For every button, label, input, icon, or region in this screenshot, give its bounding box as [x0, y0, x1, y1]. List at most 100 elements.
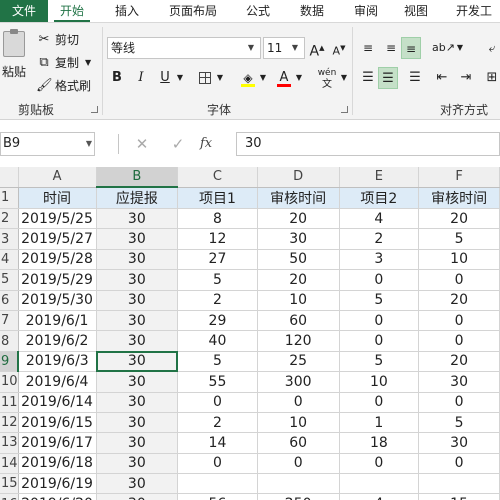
cell[interactable]: 2019/6/17: [18, 432, 97, 454]
cell[interactable]: 5: [177, 351, 258, 373]
row-header[interactable]: 6: [0, 290, 19, 311]
cell[interactable]: 14: [177, 432, 258, 454]
tab-6[interactable]: 审阅: [344, 0, 388, 22]
header-cell[interactable]: 项目1: [177, 187, 258, 209]
cell[interactable]: 25: [257, 351, 340, 373]
cell[interactable]: 5: [418, 228, 500, 250]
cell[interactable]: 0: [339, 330, 420, 352]
cell[interactable]: 2019/6/4: [18, 371, 97, 393]
cell[interactable]: [339, 473, 420, 495]
cell[interactable]: 30: [96, 269, 179, 291]
active-cell[interactable]: 30: [96, 351, 179, 373]
cell[interactable]: 0: [339, 269, 420, 291]
row-header[interactable]: 13: [0, 432, 19, 454]
cell[interactable]: 0: [257, 453, 340, 475]
font-size-select[interactable]: 11 ▼: [263, 37, 305, 59]
cell[interactable]: 30: [96, 371, 179, 393]
cell[interactable]: [418, 473, 500, 495]
header-cell[interactable]: 审核时间: [418, 187, 500, 209]
header-cell[interactable]: 项目2: [339, 187, 420, 209]
cell[interactable]: 2019/6/1: [18, 310, 97, 332]
cell[interactable]: 30: [96, 228, 179, 250]
align-top-button[interactable]: ≡: [358, 37, 378, 59]
row-header[interactable]: 10: [0, 371, 19, 393]
column-header-E[interactable]: E: [339, 167, 420, 188]
cell[interactable]: 30: [96, 453, 179, 475]
row-header[interactable]: 14: [0, 453, 19, 475]
row-header[interactable]: 7: [0, 310, 19, 332]
cell[interactable]: 30: [96, 493, 179, 500]
font-launcher-icon[interactable]: [341, 106, 348, 113]
name-box[interactable]: B9 ▼: [0, 132, 95, 156]
italic-button[interactable]: I: [131, 67, 151, 89]
cell[interactable]: 5: [418, 412, 500, 434]
cell[interactable]: 4: [339, 208, 420, 230]
paste-button[interactable]: 粘贴: [0, 29, 28, 89]
orientation-button[interactable]: ab↗: [432, 37, 455, 59]
cell[interactable]: 2019/5/28: [18, 249, 97, 271]
column-header-B[interactable]: B: [96, 167, 179, 188]
chevron-down-icon[interactable]: ▼: [174, 67, 186, 89]
cell[interactable]: 2019/5/30: [18, 290, 97, 311]
row-header[interactable]: 3: [0, 228, 19, 250]
decrease-font-size-button[interactable]: A▼: [329, 37, 349, 59]
font-name-select[interactable]: 等线 ▼: [107, 37, 261, 59]
align-left-button[interactable]: ☰: [358, 67, 378, 89]
cell[interactable]: 56: [177, 493, 258, 500]
cell[interactable]: 30: [96, 392, 179, 413]
cell[interactable]: 30: [418, 371, 500, 393]
increase-indent-button[interactable]: ⇥: [456, 67, 476, 89]
cell[interactable]: 30: [96, 330, 179, 352]
cell[interactable]: [177, 473, 258, 495]
insert-function-button[interactable]: fx: [200, 132, 212, 156]
align-center-button[interactable]: ☰: [378, 67, 398, 89]
cell[interactable]: 15: [418, 493, 500, 500]
row-header[interactable]: 5: [0, 269, 19, 291]
tab-2[interactable]: 插入: [107, 0, 147, 22]
row-header[interactable]: 4: [0, 249, 19, 271]
header-cell[interactable]: 应提报: [96, 187, 179, 209]
cell[interactable]: 2019/6/3: [18, 351, 97, 373]
cell[interactable]: 5: [339, 351, 420, 373]
cell[interactable]: 0: [339, 392, 420, 413]
cell[interactable]: 30: [96, 208, 179, 230]
wrap-text-button[interactable]: ⤶: [482, 37, 500, 59]
cell[interactable]: 30: [96, 412, 179, 434]
cell[interactable]: 2019/5/27: [18, 228, 97, 250]
cell[interactable]: 0: [418, 453, 500, 475]
merge-cells-button[interactable]: ⊞: [482, 67, 500, 89]
column-header-F[interactable]: F: [418, 167, 500, 188]
chevron-down-icon[interactable]: ▼: [214, 67, 226, 89]
cell[interactable]: 20: [418, 290, 500, 311]
cell[interactable]: 10: [257, 412, 340, 434]
cell[interactable]: 5: [339, 290, 420, 311]
cell[interactable]: 29: [177, 310, 258, 332]
cell[interactable]: 30: [96, 310, 179, 332]
row-header[interactable]: 9: [0, 351, 20, 373]
cell[interactable]: 2: [177, 412, 258, 434]
tab-7[interactable]: 视图: [394, 0, 438, 22]
cell[interactable]: 0: [418, 330, 500, 352]
chevron-down-icon[interactable]: ▼: [454, 37, 466, 59]
tab-4[interactable]: 公式: [236, 0, 280, 22]
copy-button[interactable]: ⧉ 复制 ▼: [36, 54, 91, 71]
cell[interactable]: 0: [177, 453, 258, 475]
bold-button[interactable]: B: [107, 67, 127, 89]
header-cell[interactable]: 时间: [18, 187, 97, 209]
column-header-D[interactable]: D: [257, 167, 340, 188]
cell[interactable]: 0: [418, 269, 500, 291]
align-middle-button[interactable]: ≡: [381, 37, 401, 59]
cell[interactable]: 2019/6/2: [18, 330, 97, 352]
cancel-edit-icon[interactable]: ✕: [130, 132, 154, 156]
cell[interactable]: 30: [418, 432, 500, 454]
cell[interactable]: 10: [339, 371, 420, 393]
column-header-C[interactable]: C: [177, 167, 258, 188]
select-all-corner[interactable]: [0, 167, 19, 188]
cell[interactable]: 30: [96, 432, 179, 454]
cell[interactable]: 20: [418, 351, 500, 373]
row-header[interactable]: 16: [0, 493, 19, 500]
align-right-button[interactable]: ☰: [405, 67, 425, 89]
cell[interactable]: 30: [96, 290, 179, 311]
row-header[interactable]: 15: [0, 473, 19, 495]
cell[interactable]: 2: [177, 290, 258, 311]
